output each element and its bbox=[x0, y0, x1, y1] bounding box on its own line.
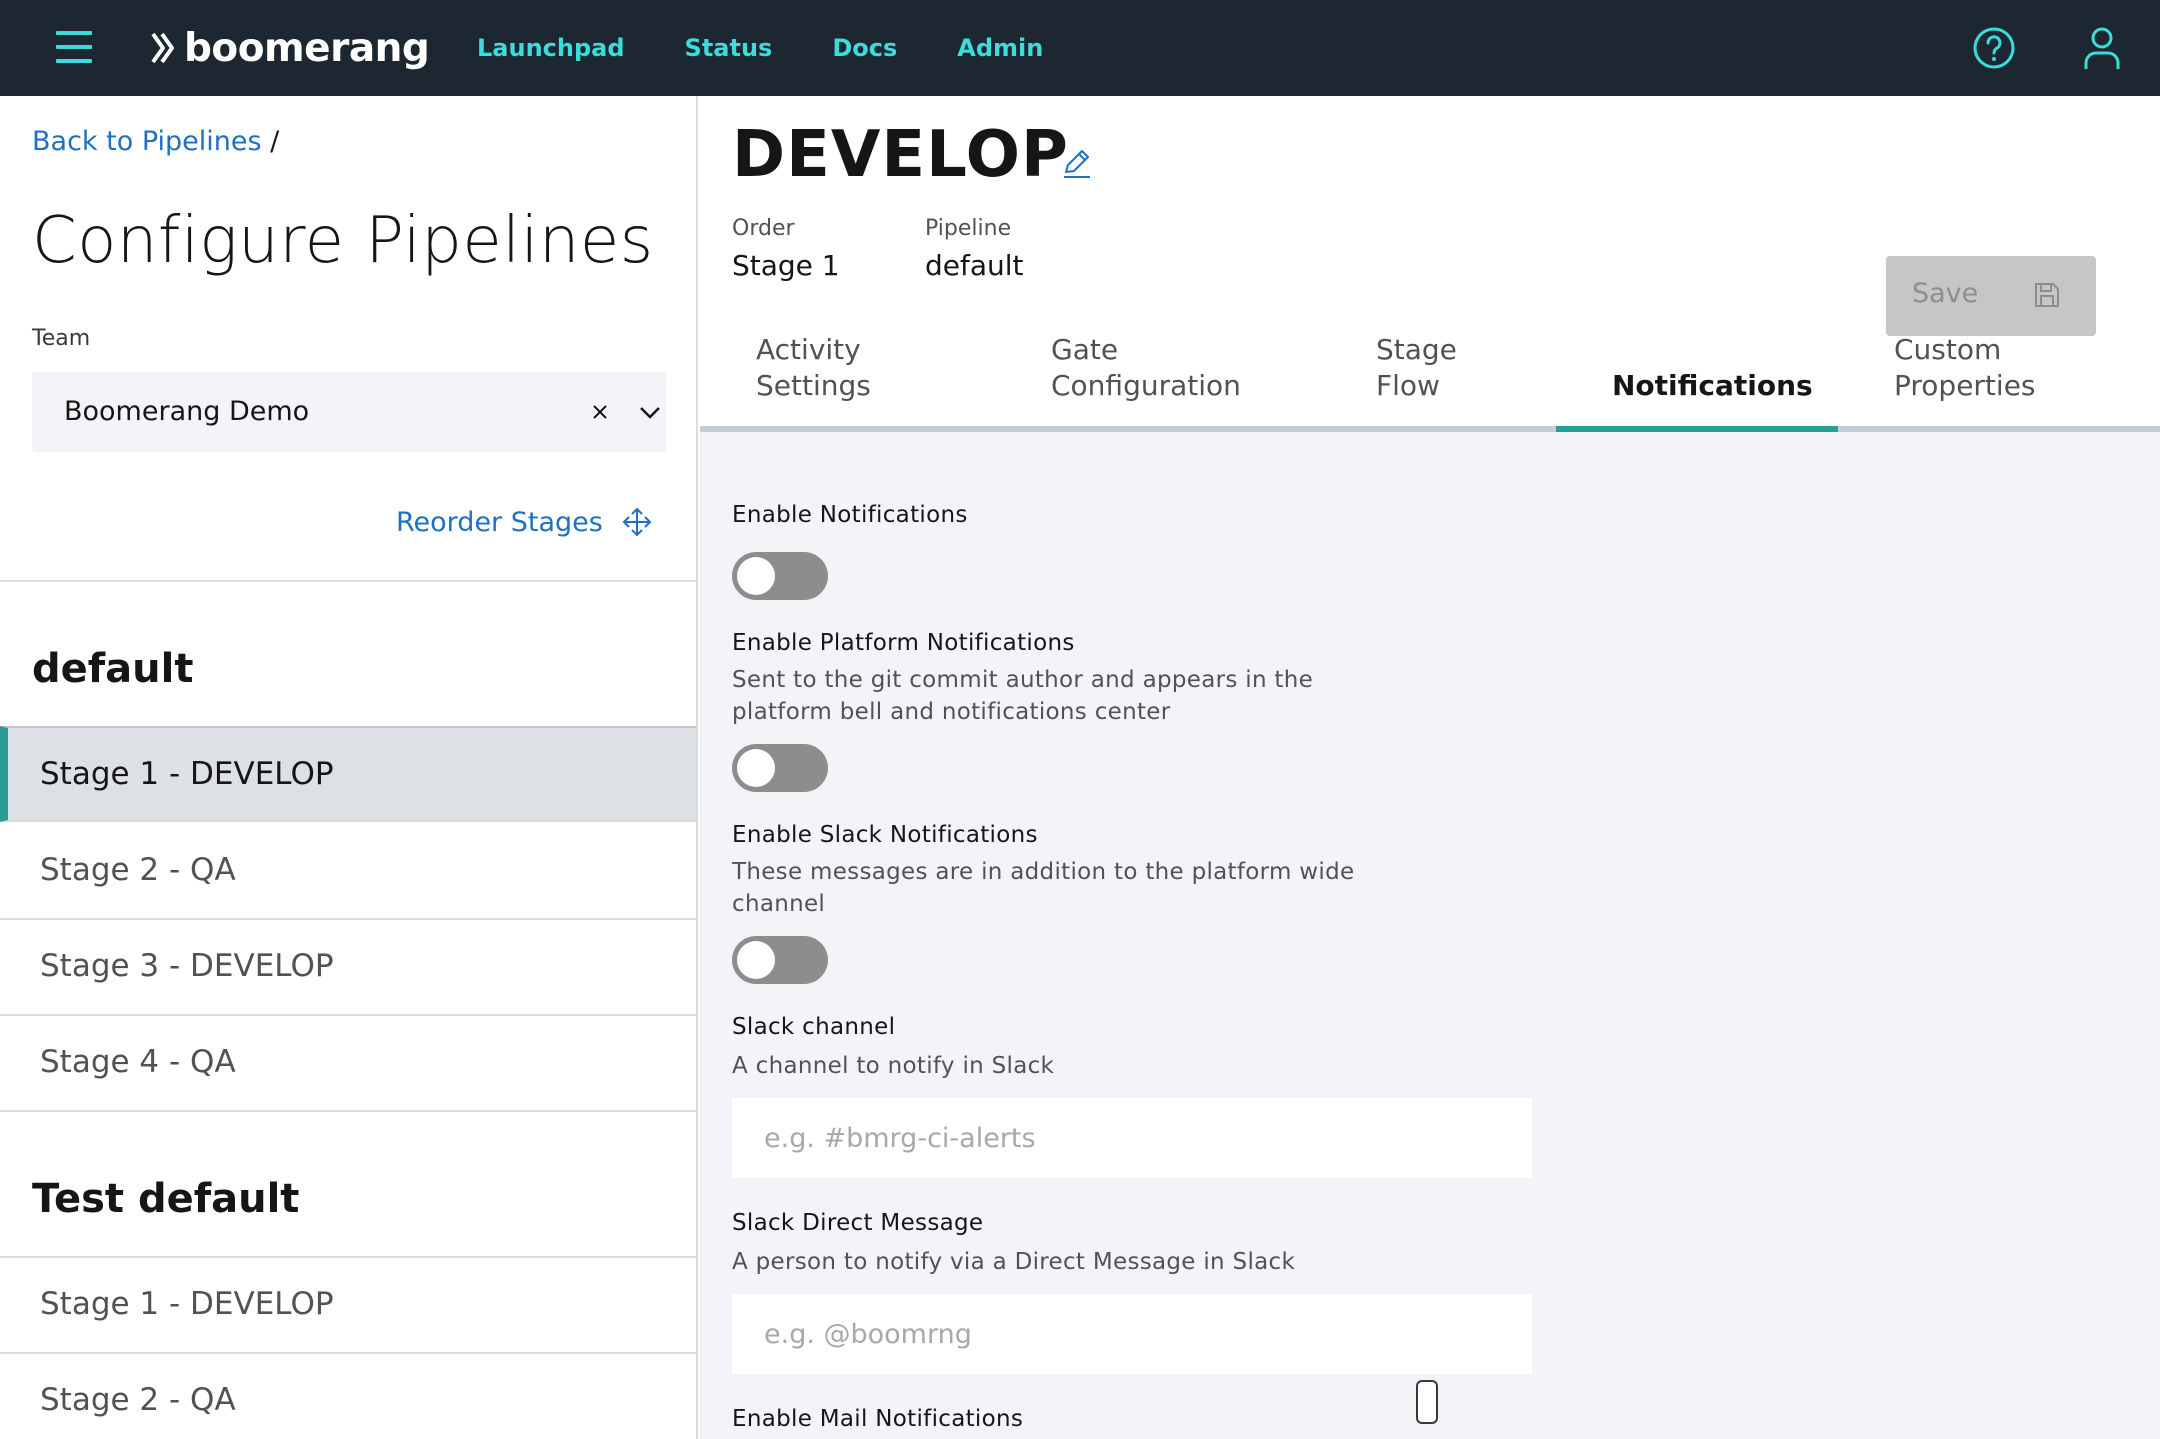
stage-item-label: Stage 1 - DEVELOP bbox=[40, 1286, 334, 1322]
enable-notifications-toggle[interactable] bbox=[732, 552, 828, 600]
stage-tabs: Activity Settings Gate Configuration Sta… bbox=[700, 332, 2160, 434]
slack-direct-message-label: Slack Direct Message bbox=[732, 1210, 984, 1236]
nav-link-status[interactable]: Status bbox=[685, 34, 773, 62]
tab-activity-settings[interactable]: Activity Settings bbox=[756, 332, 956, 430]
tab-custom-properties[interactable]: Custom Properties bbox=[1894, 332, 2114, 430]
page-title: Configure Pipelines bbox=[32, 204, 654, 278]
pipelines-sidebar: Back to Pipelines / Configure Pipelines … bbox=[0, 96, 698, 1439]
stage-order-meta: Order Stage 1 bbox=[732, 216, 840, 282]
nav-link-launchpad[interactable]: Launchpad bbox=[477, 34, 625, 62]
pipeline-label: Pipeline bbox=[925, 216, 1012, 241]
tab-label: Stage bbox=[1376, 333, 1457, 366]
team-select-value: Boomerang Demo bbox=[64, 396, 310, 427]
tab-label: Custom bbox=[1894, 333, 2002, 366]
stage-list-item[interactable]: Stage 4 - QA bbox=[0, 1016, 696, 1112]
nav-link-docs[interactable]: Docs bbox=[832, 34, 897, 62]
breadcrumb: Back to Pipelines / bbox=[32, 126, 279, 157]
edit-pencil-icon[interactable] bbox=[1060, 146, 1094, 180]
stage-item-label: Stage 4 - QA bbox=[40, 1044, 236, 1080]
reorder-stages-button[interactable]: Reorder Stages bbox=[396, 506, 653, 538]
stage-title: DEVELOP bbox=[732, 118, 1069, 192]
order-label: Order bbox=[732, 216, 795, 241]
slack-channel-input[interactable] bbox=[732, 1098, 1532, 1178]
help-icon[interactable] bbox=[1970, 24, 2018, 72]
pipeline-group-title: Test default bbox=[32, 1176, 300, 1222]
notifications-form: Enable Notifications Enable Platform Not… bbox=[700, 432, 2160, 1439]
save-floppy-icon bbox=[2035, 283, 2059, 307]
stage-item-label: Stage 2 - QA bbox=[40, 852, 236, 888]
primary-nav: Launchpad Status Docs Admin bbox=[477, 0, 1103, 96]
boomerang-logo-icon bbox=[151, 32, 174, 64]
slack-notifications-help: These messages are in addition to the pl… bbox=[732, 859, 1355, 885]
nav-link-admin[interactable]: Admin bbox=[957, 34, 1043, 62]
enable-platform-notifications-toggle[interactable] bbox=[732, 744, 828, 792]
hamburger-menu-icon[interactable] bbox=[56, 30, 92, 64]
enable-notifications-label: Enable Notifications bbox=[732, 502, 968, 528]
tab-gate-configuration[interactable]: Gate Configuration bbox=[1051, 332, 1291, 430]
tab-label: Activity bbox=[756, 333, 861, 366]
pipeline-value: default bbox=[925, 249, 1024, 282]
enable-slack-notifications-toggle[interactable] bbox=[732, 936, 828, 984]
tab-stage-flow[interactable]: Stage Flow bbox=[1376, 332, 1536, 430]
breadcrumb-separator: / bbox=[270, 126, 280, 157]
team-label: Team bbox=[32, 326, 91, 351]
toggle-knob bbox=[737, 941, 775, 979]
team-select[interactable]: Boomerang Demo bbox=[32, 372, 666, 452]
stage-detail-panel: DEVELOP Order Stage 1 Pipeline default S… bbox=[700, 96, 2160, 1439]
tab-label: Notifications bbox=[1612, 369, 1813, 402]
pipeline-meta: Pipeline default bbox=[925, 216, 1024, 282]
tab-label: Configuration bbox=[1051, 369, 1241, 402]
slack-notifications-help: channel bbox=[732, 891, 826, 917]
stage-item-label: Stage 1 - DEVELOP bbox=[40, 756, 334, 792]
order-value: Stage 1 bbox=[732, 249, 840, 282]
back-to-pipelines-link[interactable]: Back to Pipelines bbox=[32, 126, 262, 157]
pipeline-group-title: default bbox=[32, 646, 194, 692]
toggle-knob bbox=[737, 557, 775, 595]
tab-label: Properties bbox=[1894, 369, 2036, 402]
enable-slack-notifications-label: Enable Slack Notifications bbox=[732, 822, 1038, 848]
tab-label: Flow bbox=[1376, 369, 1440, 402]
stage-item-label: Stage 2 - QA bbox=[40, 1382, 236, 1418]
scroll-handle-icon[interactable] bbox=[1416, 1380, 1438, 1424]
stage-item-label: Stage 3 - DEVELOP bbox=[40, 948, 334, 984]
tab-label: Gate bbox=[1051, 333, 1119, 366]
reorder-stages-label: Reorder Stages bbox=[396, 506, 603, 538]
stage-list-item[interactable]: Stage 3 - DEVELOP bbox=[0, 920, 696, 1016]
toggle-knob bbox=[737, 749, 775, 787]
slack-direct-message-input[interactable] bbox=[732, 1294, 1532, 1374]
tab-notifications[interactable]: Notifications bbox=[1612, 332, 1838, 430]
move-arrows-icon bbox=[622, 507, 652, 537]
slack-channel-help: A channel to notify in Slack bbox=[732, 1053, 1055, 1079]
brand-logo[interactable]: boomerang bbox=[150, 22, 430, 74]
stage-list-item[interactable]: Stage 2 - QA bbox=[0, 824, 696, 920]
brand-name: boomerang bbox=[184, 25, 430, 71]
user-icon[interactable] bbox=[2078, 24, 2126, 72]
stage-list-item-active[interactable]: Stage 1 - DEVELOP bbox=[0, 726, 696, 822]
platform-notifications-help: platform bell and notifications center bbox=[732, 699, 1171, 725]
enable-mail-notifications-label: Enable Mail Notifications bbox=[732, 1406, 1024, 1432]
clear-selection-icon[interactable] bbox=[586, 398, 614, 426]
enable-platform-notifications-label: Enable Platform Notifications bbox=[732, 630, 1075, 656]
save-button[interactable]: Save bbox=[1886, 256, 2096, 336]
chevron-down-icon[interactable] bbox=[634, 396, 666, 428]
slack-channel-label: Slack channel bbox=[732, 1014, 896, 1040]
save-button-label: Save bbox=[1912, 278, 1979, 309]
top-nav-bar: boomerang Launchpad Status Docs Admin bbox=[0, 0, 2160, 96]
slack-direct-message-help: A person to notify via a Direct Message … bbox=[732, 1249, 1296, 1275]
section-divider bbox=[0, 580, 696, 582]
stage-list-item[interactable]: Stage 2 - QA bbox=[0, 1354, 696, 1439]
tab-label: Settings bbox=[756, 369, 871, 402]
platform-notifications-help: Sent to the git commit author and appear… bbox=[732, 667, 1314, 693]
stage-list-item[interactable]: Stage 1 - DEVELOP bbox=[0, 1258, 696, 1354]
